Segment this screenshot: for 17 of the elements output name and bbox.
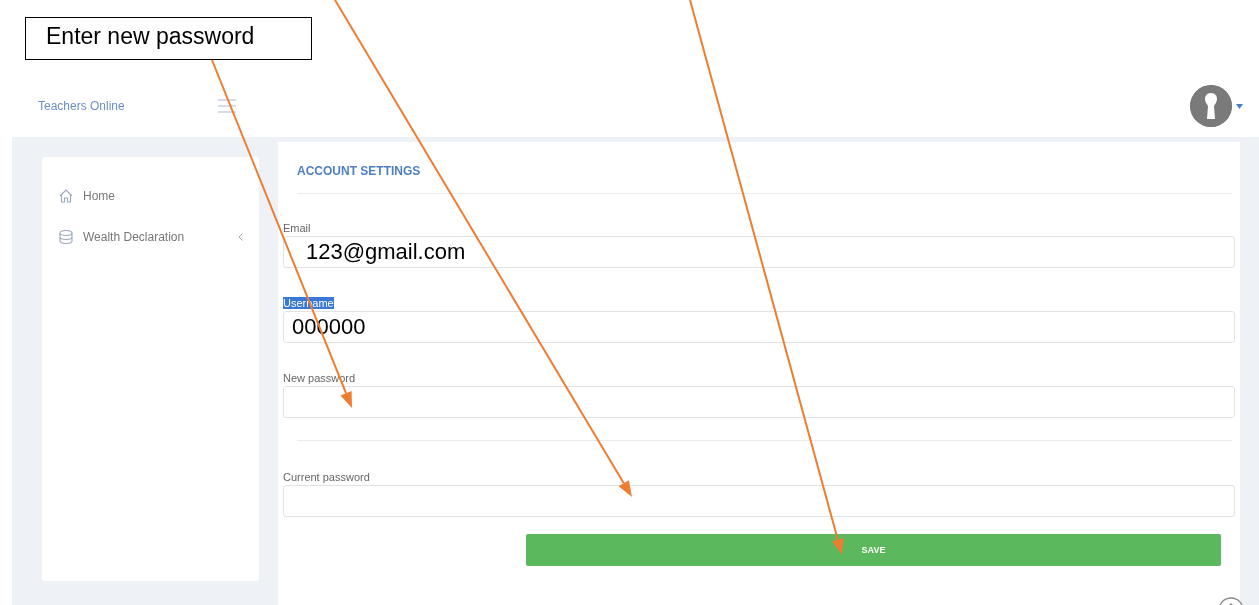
input-field[interactable]	[283, 386, 1235, 418]
menu-icon[interactable]	[218, 98, 236, 114]
brand-name[interactable]: Teachers Online	[38, 99, 218, 113]
input-field[interactable]: 123@gmail.com	[283, 236, 1235, 268]
section-title: ACCOUNT SETTINGS	[297, 142, 1232, 194]
chevron-left-icon[interactable]	[238, 232, 243, 241]
save-button[interactable]: SAVE	[526, 534, 1221, 566]
caret-icon[interactable]	[1236, 103, 1243, 109]
home-icon	[58, 187, 74, 204]
avatar-icon[interactable]	[1190, 85, 1232, 127]
field-label: Current password	[283, 471, 370, 483]
sidebar-item[interactable]: Wealth Declaration	[58, 216, 243, 257]
stack-icon	[58, 228, 74, 245]
input-field[interactable]	[283, 485, 1235, 517]
sidebar-item[interactable]: Home	[58, 175, 243, 216]
callout-box: Enter new password	[25, 17, 312, 60]
field-label: Email	[283, 222, 311, 234]
